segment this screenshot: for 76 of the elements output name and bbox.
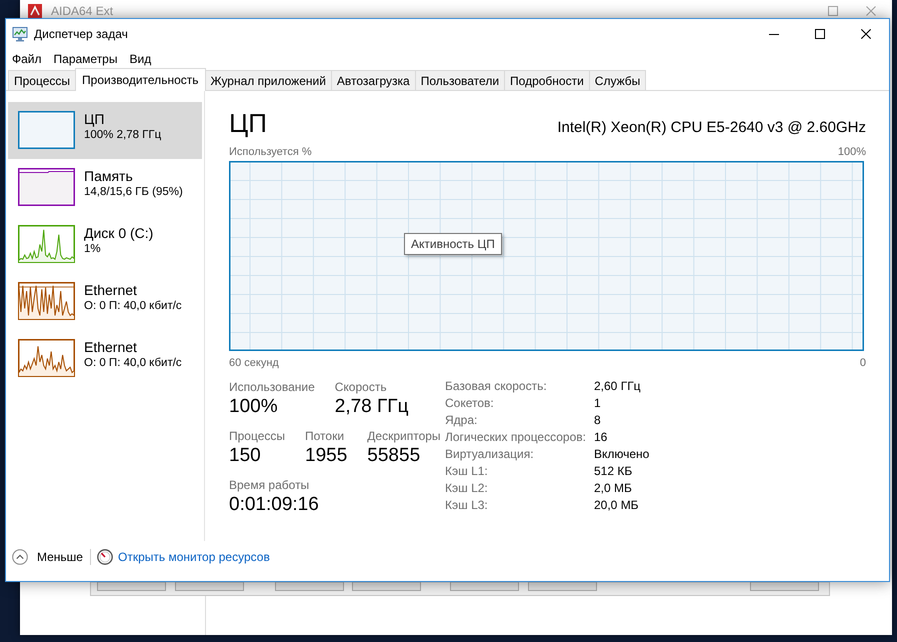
menu-item[interactable]: Вид bbox=[123, 52, 158, 66]
item-detail: О: 0 П: 40,0 кбит/с bbox=[84, 299, 182, 314]
close-icon bbox=[861, 29, 871, 39]
property-label: Базовая скорость: bbox=[445, 378, 547, 395]
stat-value: 55855 bbox=[367, 444, 422, 468]
stat-value: 1955 bbox=[305, 444, 348, 468]
memory-sparkline bbox=[18, 168, 75, 206]
property-label: Логических процессоров: bbox=[445, 429, 586, 446]
sidebar-item[interactable]: Ethernet О: 0 П: 40,0 кбит/с bbox=[8, 330, 202, 387]
property-label: Кэш L1: bbox=[445, 463, 488, 480]
property-label: Ядра: bbox=[445, 412, 478, 429]
tab[interactable]: Автозагрузка bbox=[330, 70, 416, 90]
item-detail: О: 0 П: 40,0 кбит/с bbox=[84, 356, 182, 371]
property-label: Кэш L2: bbox=[445, 480, 488, 497]
property-label: Виртуализация: bbox=[445, 446, 534, 463]
stat-label: Процессы bbox=[229, 428, 286, 444]
tab[interactable]: Журнал приложений bbox=[204, 70, 332, 90]
menu-item[interactable]: Параметры bbox=[48, 52, 124, 66]
item-detail: 14,8/15,6 ГБ (95%) bbox=[84, 185, 183, 200]
less-button[interactable]: Меньше bbox=[12, 549, 83, 565]
sidebar-item[interactable]: Ethernet О: 0 П: 40,0 кбит/с bbox=[8, 273, 202, 330]
property-value: 1 bbox=[594, 395, 601, 412]
item-detail: 1% bbox=[84, 242, 102, 257]
item-name: Память bbox=[84, 168, 134, 185]
tab[interactable]: Процессы bbox=[8, 70, 76, 90]
cpu-sparkline bbox=[18, 111, 75, 149]
stat-label: Использование bbox=[229, 379, 315, 395]
panel-title: ЦП bbox=[229, 108, 267, 138]
axis-label: 0 bbox=[860, 356, 866, 370]
tab[interactable]: Подробности bbox=[504, 70, 590, 90]
window-title: Диспетчер задач bbox=[34, 27, 128, 41]
menu-item[interactable]: Файл bbox=[6, 52, 48, 66]
item-name: Ethernet bbox=[84, 282, 138, 299]
maximize-icon bbox=[815, 29, 825, 39]
property-label: Сокетов: bbox=[445, 395, 494, 412]
disk-sparkline bbox=[18, 225, 75, 263]
item-name: Диск 0 (C:) bbox=[84, 225, 154, 242]
cpu-model: Intel(R) Xeon(R) CPU E5-2640 v3 @ 2.60GHz bbox=[557, 119, 866, 137]
window-title: AIDA64 Ext bbox=[51, 4, 114, 18]
monitor-icon bbox=[12, 26, 28, 42]
axis-label: Используется % bbox=[229, 145, 312, 159]
tab[interactable]: Пользователи bbox=[414, 70, 506, 90]
item-detail: 100% 2,78 ГГц bbox=[84, 128, 162, 143]
stat-value: 0:01:09:16 bbox=[229, 493, 319, 517]
stat-value: 100% bbox=[229, 395, 279, 419]
property-value: 20,0 МБ bbox=[594, 497, 639, 514]
stat-value: 2,78 ГГц bbox=[334, 395, 408, 419]
property-value: 512 КБ bbox=[594, 463, 632, 480]
tooltip: Активность ЦП bbox=[404, 233, 502, 255]
stat-label: Дескрипторы bbox=[367, 428, 441, 444]
sidebar-item[interactable]: Память 14,8/15,6 ГБ (95%) bbox=[8, 159, 202, 216]
stat-label: Время работы bbox=[229, 477, 310, 493]
stat-label: Потоки bbox=[305, 428, 346, 444]
property-value: 8 bbox=[594, 412, 601, 429]
property-value: 2,60 ГГц bbox=[594, 378, 641, 395]
property-value: 2,0 МБ bbox=[594, 480, 632, 497]
stat-label: Скорость bbox=[334, 379, 388, 395]
sidebar-item[interactable]: Диск 0 (C:) 1% bbox=[8, 216, 202, 273]
axis-label: 100% bbox=[838, 145, 866, 159]
resource-monitor-link[interactable]: Открыть монитор ресурсов bbox=[118, 550, 270, 564]
chevron-up-icon bbox=[12, 549, 28, 565]
property-value: 16 bbox=[594, 429, 608, 446]
item-name: ЦП bbox=[84, 111, 106, 128]
tab[interactable]: Службы bbox=[588, 70, 646, 90]
close-icon[interactable] bbox=[866, 6, 876, 16]
axis-label: 60 секунд bbox=[229, 356, 279, 370]
network-sparkline bbox=[18, 282, 75, 320]
maximize-icon[interactable] bbox=[828, 6, 838, 16]
gauge-icon bbox=[96, 549, 113, 565]
property-label: Кэш L3: bbox=[445, 497, 488, 514]
item-name: Ethernet bbox=[84, 339, 138, 356]
network-sparkline bbox=[18, 339, 75, 377]
stat-value: 150 bbox=[229, 444, 262, 468]
property-value: Включено bbox=[594, 446, 650, 463]
tab[interactable]: Производительность bbox=[75, 68, 206, 91]
sidebar-item[interactable]: ЦП 100% 2,78 ГГц bbox=[8, 102, 202, 159]
